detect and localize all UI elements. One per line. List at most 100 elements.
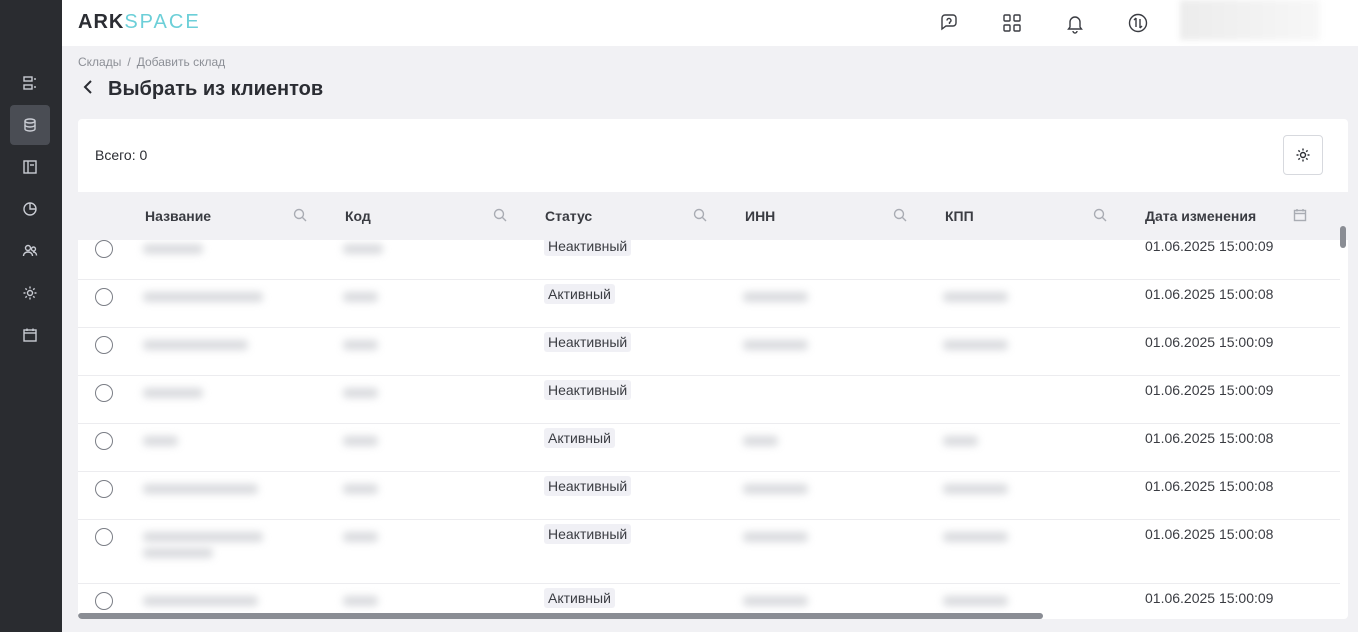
row-radio[interactable]: [95, 288, 113, 306]
sidebar-item-calendar[interactable]: [10, 315, 50, 355]
table-row[interactable]: Неактивный 01.06.2025 15:00:09: [78, 240, 1340, 280]
breadcrumb-item-warehouses[interactable]: Склады: [78, 55, 121, 69]
notifications-button[interactable]: [1062, 10, 1088, 36]
sidebar: [0, 0, 62, 632]
users-icon: [22, 244, 38, 257]
user-profile[interactable]: [1180, 0, 1320, 40]
inn-cell: [743, 340, 808, 350]
chevron-left-icon: [83, 80, 92, 94]
table-row[interactable]: Активный 01.06.2025 15:00:08: [78, 280, 1340, 328]
sync-icon: [1128, 13, 1148, 33]
status-badge: Активный: [544, 588, 615, 608]
column-header-modified-date[interactable]: Дата изменения: [1145, 192, 1256, 240]
code-cell: [343, 484, 378, 494]
table-settings-button[interactable]: [1283, 135, 1323, 175]
column-header-name[interactable]: Название: [145, 192, 211, 240]
sidebar-item-layout[interactable]: [10, 147, 50, 187]
search-icon[interactable]: [1093, 208, 1109, 224]
code-cell: [343, 596, 378, 606]
inn-cell: [743, 532, 808, 542]
row-radio[interactable]: [95, 384, 113, 402]
apps-grid-icon: [1003, 14, 1021, 32]
name-cell-line2: [143, 548, 213, 558]
table-row[interactable]: Неактивный 01.06.2025 15:00:09: [78, 328, 1340, 376]
inn-cell: [743, 436, 778, 446]
breadcrumb: Склады / Добавить склад: [78, 55, 225, 69]
column-header-code[interactable]: Код: [345, 192, 371, 240]
status-badge: Неактивный: [544, 240, 632, 256]
search-icon[interactable]: [893, 208, 909, 224]
table-header: Название Код Статус ИНН КПП Дата изменен…: [78, 192, 1348, 240]
table-row[interactable]: Неактивный 01.06.2025 15:00:09: [78, 376, 1340, 424]
database-icon: [24, 118, 36, 132]
search-icon[interactable]: [693, 208, 709, 224]
page-title: Выбрать из клиентов: [108, 78, 324, 100]
sidebar-item-settings[interactable]: [10, 273, 50, 313]
sidebar-item-list[interactable]: [10, 63, 50, 103]
total-count: Всего: 0: [95, 147, 148, 163]
gear-icon: [23, 286, 37, 300]
modified-date-cell: 01.06.2025 15:00:08: [1145, 478, 1274, 494]
row-radio[interactable]: [95, 528, 113, 546]
sidebar-item-users[interactable]: [10, 231, 50, 271]
table-row[interactable]: Активный 01.06.2025 15:00:09: [78, 584, 1340, 614]
inn-cell: [743, 484, 808, 494]
vertical-scrollbar[interactable]: [1340, 226, 1346, 248]
row-radio[interactable]: [95, 432, 113, 450]
sidebar-item-analytics[interactable]: [10, 189, 50, 229]
code-cell: [343, 292, 378, 302]
row-radio[interactable]: [95, 592, 113, 610]
support-chat-button[interactable]: [936, 10, 962, 36]
clients-table-card: Всего: 0 Название Код Статус ИНН КПП Дат…: [78, 119, 1348, 619]
column-header-kpp[interactable]: КПП: [945, 192, 974, 240]
layout-icon: [23, 160, 37, 174]
search-icon[interactable]: [293, 208, 309, 224]
table-row[interactable]: Активный 01.06.2025 15:00:08: [78, 424, 1340, 472]
horizontal-scrollbar[interactable]: [78, 613, 1043, 619]
kpp-cell: [943, 292, 1008, 302]
gear-icon: [1296, 148, 1310, 162]
name-cell: [143, 484, 258, 494]
bell-icon: [1067, 16, 1083, 34]
name-cell: [143, 388, 203, 398]
row-radio[interactable]: [95, 480, 113, 498]
name-cell: [143, 292, 263, 302]
back-button[interactable]: [80, 78, 98, 101]
column-header-inn[interactable]: ИНН: [745, 192, 775, 240]
inn-cell: [743, 292, 808, 302]
modified-date-cell: 01.06.2025 15:00:08: [1145, 286, 1274, 302]
code-cell: [343, 340, 378, 350]
table-row[interactable]: Неактивный 01.06.2025 15:00:08: [78, 472, 1340, 520]
support-chat-icon: [941, 14, 957, 31]
logo[interactable]: ARK SPACE: [78, 11, 201, 34]
top-header: ARK SPACE: [62, 0, 1358, 46]
row-radio[interactable]: [95, 240, 113, 258]
list-icon: [23, 76, 36, 90]
search-icon[interactable]: [493, 208, 509, 224]
calendar-icon[interactable]: [1293, 208, 1309, 224]
kpp-cell: [943, 340, 1008, 350]
sidebar-item-database[interactable]: [10, 105, 50, 145]
code-cell: [343, 244, 383, 254]
status-badge: Неактивный: [544, 380, 632, 400]
name-cell: [143, 596, 258, 606]
inn-cell: [743, 596, 808, 606]
logo-ark: ARK: [78, 11, 125, 33]
breadcrumb-item-add-warehouse[interactable]: Добавить склад: [137, 55, 225, 69]
modified-date-cell: 01.06.2025 15:00:09: [1145, 382, 1274, 398]
sync-button[interactable]: [1125, 10, 1151, 36]
apps-button[interactable]: [999, 10, 1025, 36]
status-badge: Неактивный: [544, 524, 632, 544]
table-row[interactable]: Неактивный 01.06.2025 15:00:08: [78, 520, 1340, 584]
name-cell: [143, 340, 248, 350]
name-cell: [143, 244, 203, 254]
kpp-cell: [943, 436, 978, 446]
row-radio[interactable]: [95, 336, 113, 354]
modified-date-cell: 01.06.2025 15:00:09: [1145, 590, 1274, 606]
code-cell: [343, 532, 378, 542]
modified-date-cell: 01.06.2025 15:00:09: [1145, 334, 1274, 350]
column-header-status[interactable]: Статус: [545, 192, 592, 240]
name-cell: [143, 436, 178, 446]
code-cell: [343, 436, 378, 446]
calendar-icon: [23, 328, 37, 342]
